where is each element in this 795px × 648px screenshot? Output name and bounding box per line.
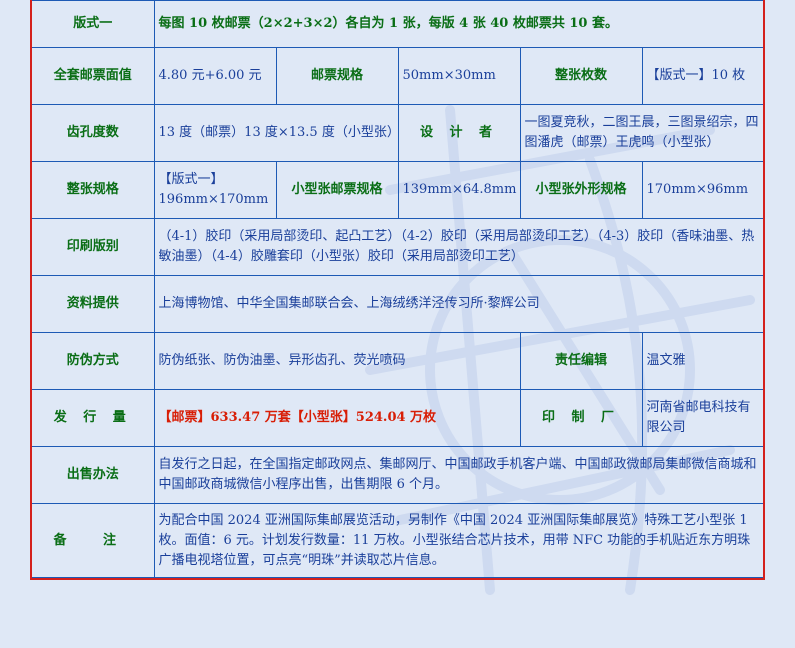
stamp-info-sheet: 版式一 每图 10 枚邮票（2×2+3×2）各自为 1 张，每版 4 张 40 … — [30, 0, 765, 580]
row-materials: 资料提供 上海博物馆、中华全国集邮联合会、上海绒绣洋泾传习所·黎辉公司 — [32, 275, 764, 333]
label-souvenir-outer: 小型张外形规格 — [519, 161, 643, 219]
label-printing: 印刷版别 — [32, 218, 155, 276]
label-remarks: 备 注 — [32, 503, 155, 578]
value-souvenir-outer: 170mm×96mm — [641, 161, 764, 219]
label-editor: 责任编辑 — [519, 332, 643, 390]
value-souvenir-spec: 139mm×64.8mm — [397, 161, 521, 219]
value-stamp-spec: 50mm×30mm — [397, 47, 521, 105]
label-format: 版式一 — [32, 0, 155, 48]
row-printing: 印刷版别 （4-1）胶印（采用局部烫印、起凸工艺）（4-2）胶印（采用局部烫印工… — [32, 218, 764, 276]
value-face-value: 4.80 元+6.00 元 — [153, 47, 277, 105]
label-perforation: 齿孔度数 — [32, 104, 155, 162]
label-sheet-count: 整张枚数 — [519, 47, 643, 105]
row-anti-fake: 防伪方式 防伪纸张、防伪油墨、异形齿孔、荧光喷码 责任编辑 温文雅 — [32, 332, 764, 390]
label-face-value: 全套邮票面值 — [32, 47, 155, 105]
label-sheet-spec: 整张规格 — [32, 161, 155, 219]
value-printing: （4-1）胶印（采用局部烫印、起凸工艺）（4-2）胶印（采用局部烫印工艺）（4-… — [153, 218, 764, 276]
value-perforation: 13 度（邮票）13 度×13.5 度（小型张） — [153, 104, 399, 162]
label-stamp-spec: 邮票规格 — [275, 47, 399, 105]
value-sheet-count: 【版式一】10 枚 — [641, 47, 764, 105]
value-materials: 上海博物馆、中华全国集邮联合会、上海绒绣洋泾传习所·黎辉公司 — [153, 275, 764, 333]
row-remarks: 备 注 为配合中国 2024 亚洲国际集邮展览活动，另制作《中国 2024 亚洲… — [32, 503, 764, 578]
label-souvenir-spec: 小型张邮票规格 — [275, 161, 399, 219]
row-perforation: 齿孔度数 13 度（邮票）13 度×13.5 度（小型张） 设 计 者 一图夏竞… — [32, 104, 764, 162]
row-sales: 出售办法 自发行之日起，在全国指定邮政网点、集邮网厅、中国邮政手机客户端、中国邮… — [32, 446, 764, 504]
value-editor: 温文雅 — [641, 332, 764, 390]
row-face-value: 全套邮票面值 4.80 元+6.00 元 邮票规格 50mm×30mm 整张枚数… — [32, 47, 764, 105]
value-format: 每图 10 枚邮票（2×2+3×2）各自为 1 张，每版 4 张 40 枚邮票共… — [153, 0, 764, 48]
value-sheet-spec-line1: 【版式一】 — [158, 172, 224, 187]
value-sheet-spec-line2: 196mm×170mm — [158, 192, 269, 207]
value-printer: 河南省邮电科技有限公司 — [641, 389, 764, 447]
label-printer: 印 制 厂 — [519, 389, 643, 447]
label-anti-fake: 防伪方式 — [32, 332, 155, 390]
value-anti-fake: 防伪纸张、防伪油墨、异形齿孔、荧光喷码 — [153, 332, 521, 390]
value-issue-qty: 【邮票】633.47 万套【小型张】524.04 万枚 — [153, 389, 521, 447]
label-issue-qty: 发 行 量 — [32, 389, 155, 447]
label-materials: 资料提供 — [32, 275, 155, 333]
stamp-info-table: 版式一 每图 10 枚邮票（2×2+3×2）各自为 1 张，每版 4 张 40 … — [32, 0, 764, 578]
row-format: 版式一 每图 10 枚邮票（2×2+3×2）各自为 1 张，每版 4 张 40 … — [32, 0, 764, 48]
row-sheet-spec: 整张规格 【版式一】 196mm×170mm 小型张邮票规格 139mm×64.… — [32, 161, 764, 219]
label-sales: 出售办法 — [32, 446, 155, 504]
value-designer: 一图夏竞秋，二图王晨，三图景绍宗，四图潘虎（邮票）王虎鸣（小型张） — [519, 104, 764, 162]
value-sales: 自发行之日起，在全国指定邮政网点、集邮网厅、中国邮政手机客户端、中国邮政微邮局集… — [153, 446, 764, 504]
value-sheet-spec: 【版式一】 196mm×170mm — [153, 161, 277, 219]
label-designer: 设 计 者 — [397, 104, 521, 162]
value-remarks: 为配合中国 2024 亚洲国际集邮展览活动，另制作《中国 2024 亚洲国际集邮… — [153, 503, 764, 578]
row-issue-qty: 发 行 量 【邮票】633.47 万套【小型张】524.04 万枚 印 制 厂 … — [32, 389, 764, 447]
